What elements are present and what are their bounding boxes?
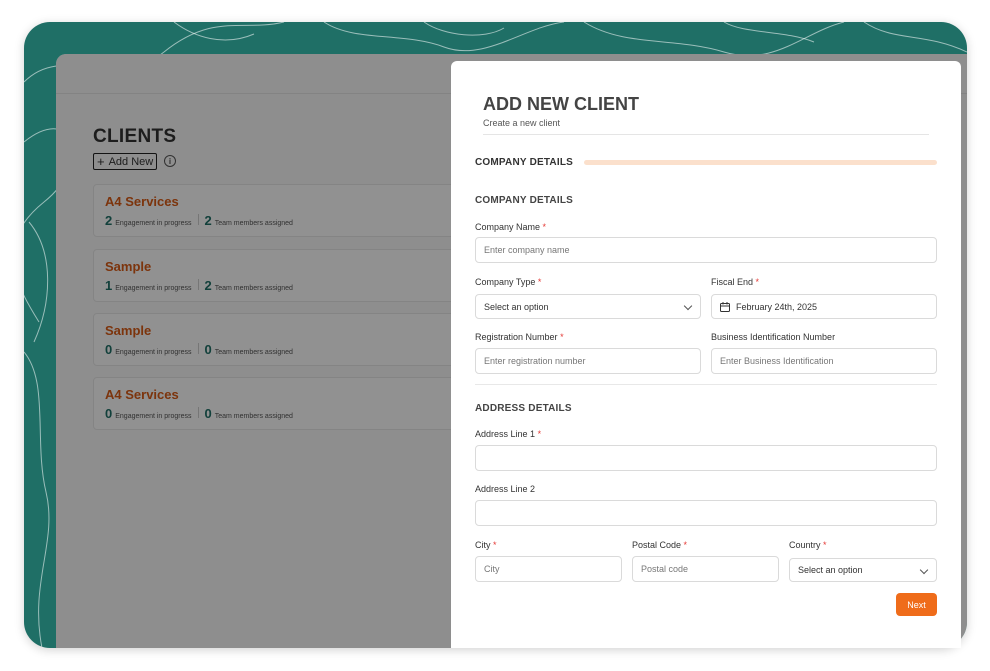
required-mark: *: [537, 277, 542, 287]
postal-code-label: Postal Code *: [632, 540, 688, 550]
company-type-select[interactable]: Select an option: [475, 294, 701, 319]
address-line-1-input[interactable]: [475, 445, 937, 471]
fiscal-end-value: February 24th, 2025: [736, 301, 818, 312]
modal-divider: [483, 134, 929, 135]
city-label: City *: [475, 540, 497, 550]
calendar-icon: [720, 301, 730, 312]
fiscal-end-label: Fiscal End *: [711, 277, 760, 287]
company-type-value: Select an option: [484, 301, 549, 312]
required-mark: *: [537, 429, 542, 439]
address-section-title: ADDRESS DETAILS: [475, 403, 572, 414]
required-mark: *: [823, 540, 827, 550]
required-mark: *: [683, 540, 688, 550]
step-progress-bar: [584, 160, 937, 165]
bin-input[interactable]: Enter Business Identification: [711, 348, 937, 374]
address-line-2-label: Address Line 2: [475, 484, 536, 494]
add-client-modal: ADD NEW CLIENT Create a new client COMPA…: [451, 61, 961, 648]
address-line-1-label: Address Line 1 *: [475, 429, 542, 439]
required-mark: *: [560, 332, 564, 342]
company-name-label: Company Name *: [475, 222, 547, 232]
country-label: Country *: [789, 540, 827, 550]
section-divider: [475, 384, 937, 385]
registration-number-input[interactable]: Enter registration number: [475, 348, 701, 374]
company-type-label: Company Type *: [475, 277, 542, 287]
next-button[interactable]: Next: [896, 593, 937, 616]
chevron-down-icon: [919, 565, 929, 575]
country-select[interactable]: Select an option: [789, 558, 937, 582]
city-input[interactable]: City: [475, 556, 622, 582]
address-line-2-input[interactable]: [475, 500, 937, 526]
modal-subtitle: Create a new client: [483, 118, 561, 128]
company-section-title: COMPANY DETAILS: [475, 195, 574, 206]
modal-title: ADD NEW CLIENT: [483, 94, 639, 114]
required-mark: *: [755, 277, 760, 287]
fiscal-end-date-picker[interactable]: February 24th, 2025: [711, 294, 937, 319]
required-mark: *: [493, 540, 497, 550]
bin-label: Business Identification Number: [711, 332, 836, 342]
postal-code-input[interactable]: Postal code: [632, 556, 779, 582]
step-label: COMPANY DETAILS: [475, 157, 574, 168]
company-name-input[interactable]: Enter company name: [475, 237, 937, 263]
required-mark: *: [542, 222, 547, 232]
registration-number-label: Registration Number *: [475, 332, 564, 342]
chevron-down-icon: [683, 301, 693, 311]
country-value: Select an option: [798, 565, 863, 575]
